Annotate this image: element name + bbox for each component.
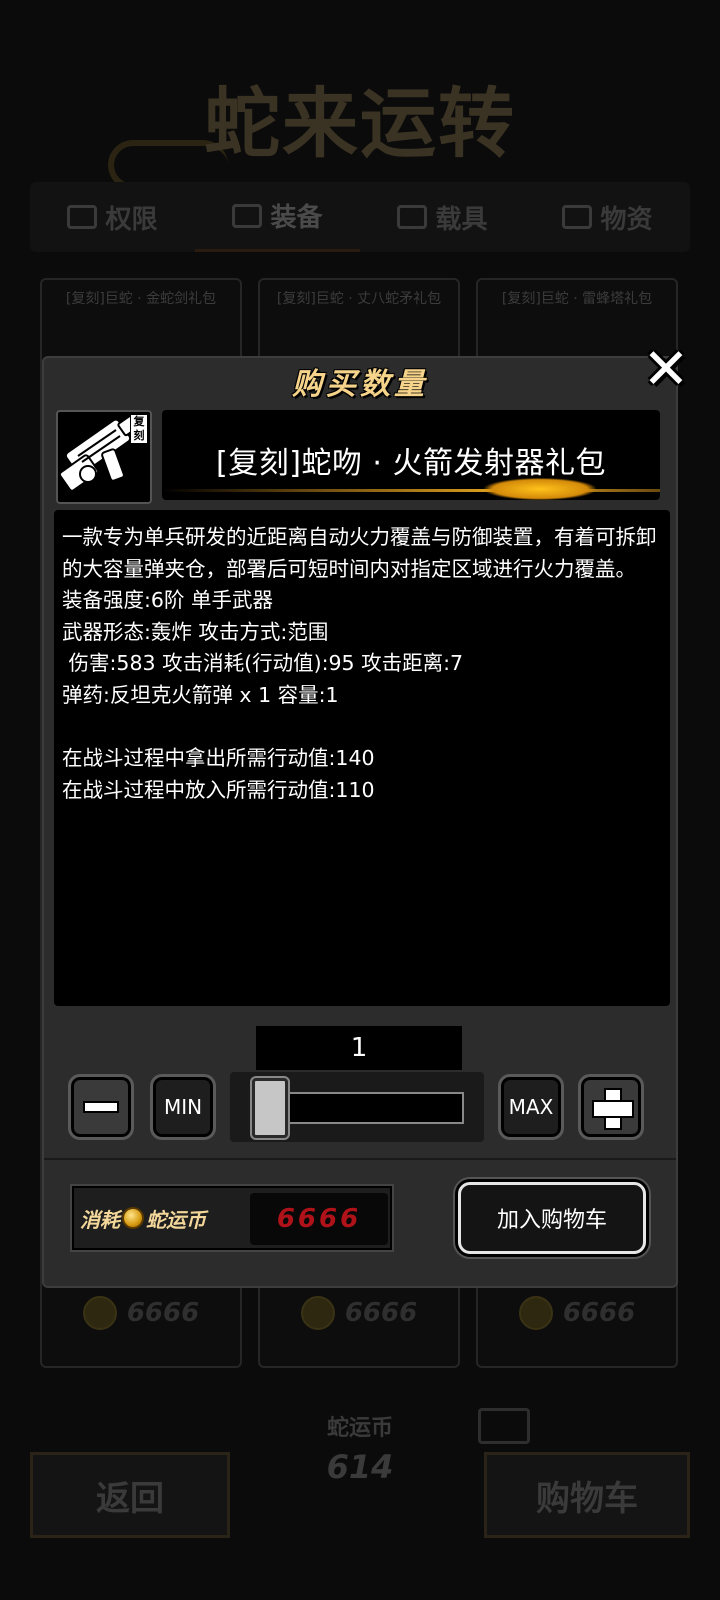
event-logo: 蛇来运转 [204, 79, 516, 168]
card-price-value: 6666 [344, 1298, 418, 1328]
bottom-bar: 返回 蛇运币 614 购物车 [0, 1400, 720, 1600]
coin-icon [300, 1296, 335, 1330]
cost-panel: 消耗 蛇运币 6666 [70, 1184, 394, 1252]
minus-icon [83, 1101, 119, 1113]
gold-swirl-decoration [484, 478, 596, 500]
shield-icon [232, 203, 263, 228]
stat-line: 在战斗过程中放入所需行动值:110 [62, 777, 375, 802]
card-price: 6666 [260, 1296, 458, 1330]
decrease-button[interactable] [68, 1074, 134, 1140]
remake-badge: 复刻 [130, 414, 148, 444]
balance-value: 614 [326, 1448, 394, 1486]
cost-label: 消耗 蛇运币 [80, 1204, 206, 1233]
stat-line: 伤害:583 攻击消耗(行动值):95 攻击距离:7 [62, 651, 464, 676]
close-icon[interactable]: ✕ [640, 342, 692, 398]
category-tabs: 权限 装备 载具 物资 [30, 182, 690, 252]
stat-line: 弹药:反坦克火箭弹 x 1 容量:1 [62, 682, 339, 707]
stat-line: 装备强度:6阶 单手武器 [62, 588, 273, 613]
card-title: [复刻]巨蛇 · 雷蜂塔礼包 [501, 291, 653, 307]
card-title: [复刻]巨蛇 · 金蛇剑礼包 [65, 291, 217, 307]
plus-icon [592, 1088, 634, 1130]
add-to-cart-button[interactable]: 加入购物车 [458, 1182, 646, 1254]
card-price: 6666 [478, 1296, 676, 1330]
item-name-box: [复刻]蛇吻 · 火箭发射器礼包 [162, 410, 660, 500]
item-description-box: 一款专为单兵研发的近距离自动火力覆盖与防御装置，有着可拆卸的大容量弹夹仓，部署后… [54, 510, 670, 1006]
item-thumbnail: 复刻 [56, 410, 152, 504]
card-price-value: 6666 [562, 1298, 636, 1328]
snake-coin-icon [122, 1207, 144, 1229]
tab-vehicles[interactable]: 载具 [360, 182, 525, 252]
purchase-dialog: 购买数量 复刻 [复刻]蛇吻 · 火箭发射器礼包 一款专为单兵研发的近距离自动火… [42, 356, 678, 1288]
tab-permissions[interactable]: 权限 [30, 182, 195, 252]
quantity-slider[interactable] [230, 1072, 484, 1142]
cost-label-suffix: 蛇运币 [146, 1207, 206, 1232]
dialog-title: 购买数量 [292, 367, 428, 402]
car-icon [397, 205, 428, 229]
balance-label: 蛇运币 [326, 1416, 393, 1441]
box-icon [67, 205, 98, 229]
stat-line-blank [62, 712, 662, 744]
cart-icon [478, 1408, 530, 1444]
coin-icon [518, 1296, 553, 1330]
card-title: [复刻]巨蛇 · 丈八蛇矛礼包 [276, 291, 442, 307]
coin-icon [82, 1296, 117, 1330]
back-button[interactable]: 返回 [30, 1452, 230, 1538]
slider-handle[interactable] [252, 1078, 288, 1138]
max-button[interactable]: MAX [498, 1074, 564, 1140]
tab-equipment[interactable]: 装备 [195, 182, 360, 252]
increase-button[interactable] [578, 1074, 644, 1140]
tab-label: 权限 [105, 204, 158, 235]
cost-value: 6666 [250, 1193, 388, 1245]
card-price: 6666 [42, 1296, 240, 1330]
section-divider [44, 1158, 676, 1160]
tab-supplies[interactable]: 物资 [525, 182, 690, 252]
crate-icon [562, 205, 593, 229]
tab-label: 装备 [270, 203, 323, 233]
item-name: [复刻]蛇吻 · 火箭发射器礼包 [215, 446, 607, 481]
stat-line: 在战斗过程中拿出所需行动值:140 [62, 746, 375, 771]
tab-label: 物资 [600, 204, 653, 235]
tab-label: 载具 [435, 204, 488, 235]
item-description: 一款专为单兵研发的近距离自动火力覆盖与防御装置，有着可拆卸的大容量弹夹仓，部署后… [62, 525, 657, 581]
card-price-value: 6666 [126, 1298, 200, 1328]
quantity-display: 1 [256, 1026, 462, 1070]
stat-line: 武器形态:轰炸 攻击方式:范围 [62, 619, 329, 644]
min-button[interactable]: MIN [150, 1074, 216, 1140]
cost-label-prefix: 消耗 [80, 1207, 120, 1232]
cart-button[interactable]: 购物车 [484, 1452, 690, 1538]
